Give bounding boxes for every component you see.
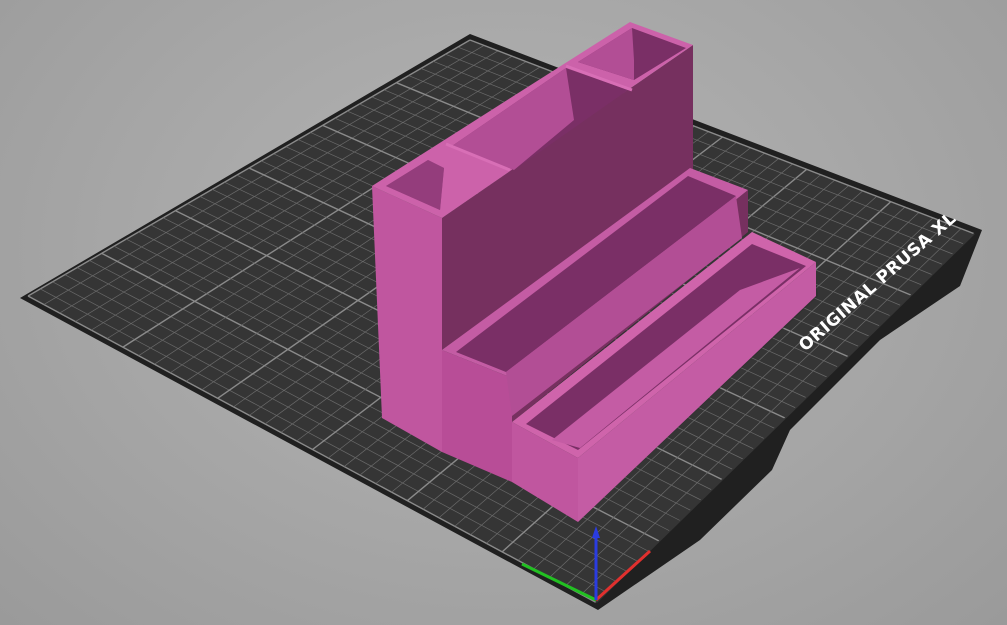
tall-block-left-face: [372, 186, 442, 452]
3d-viewport[interactable]: ORIGINAL PRUSA XL: [0, 0, 1007, 625]
scene-canvas[interactable]: ORIGINAL PRUSA XL: [0, 0, 1007, 625]
